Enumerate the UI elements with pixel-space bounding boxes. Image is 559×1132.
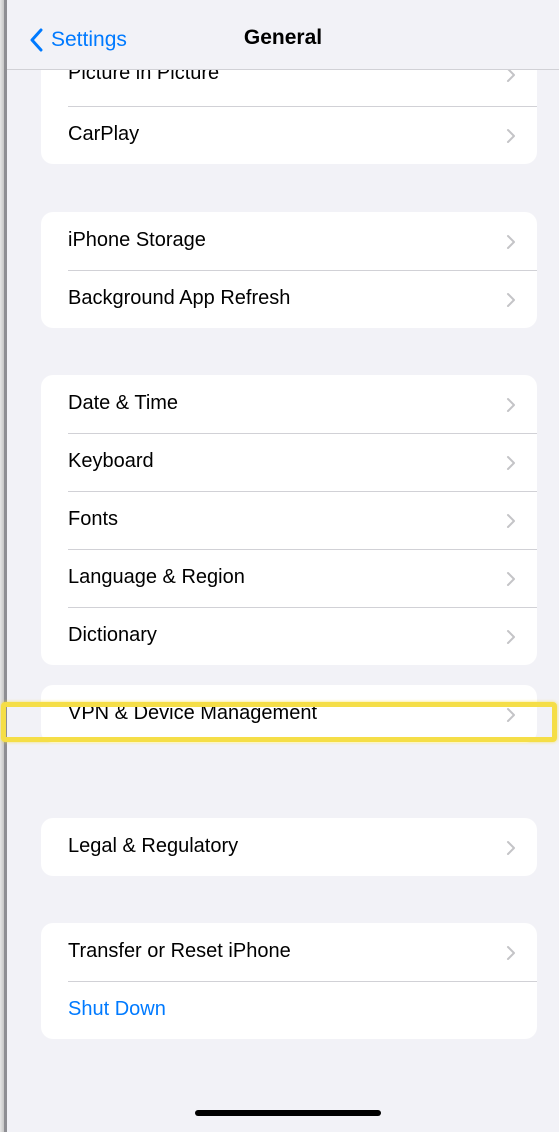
chevron-right-icon bbox=[507, 630, 515, 644]
settings-group-legal: Legal & Regulatory bbox=[41, 818, 537, 876]
chevron-right-icon bbox=[507, 841, 515, 855]
row-label: CarPlay bbox=[68, 123, 140, 145]
settings-group-reset: Transfer or Reset iPhone Shut Down bbox=[41, 923, 537, 1039]
row-label: Dictionary bbox=[68, 624, 157, 646]
row-fonts[interactable]: Fonts bbox=[41, 491, 537, 549]
chevron-right-icon bbox=[507, 946, 515, 960]
row-legal-regulatory[interactable]: Legal & Regulatory bbox=[41, 818, 537, 876]
row-dictionary[interactable]: Dictionary bbox=[41, 607, 537, 665]
row-label: Transfer or Reset iPhone bbox=[68, 940, 291, 962]
shut-down-button[interactable]: Shut Down bbox=[41, 981, 537, 1039]
row-vpn-device-management[interactable]: VPN & Device Management bbox=[41, 685, 537, 743]
row-label: Keyboard bbox=[68, 450, 154, 472]
row-carplay[interactable]: CarPlay bbox=[41, 106, 537, 164]
row-date-time[interactable]: Date & Time bbox=[41, 375, 537, 433]
chevron-right-icon bbox=[507, 293, 515, 307]
navigation-bar: Settings General bbox=[7, 0, 559, 70]
settings-group-storage: iPhone Storage Background App Refresh bbox=[41, 212, 537, 328]
screenshot-frame: Settings General Picture in Picture CarP… bbox=[0, 0, 559, 1132]
settings-group-locale: Date & Time Keyboard Fonts Language & Re… bbox=[41, 375, 537, 665]
row-language-region[interactable]: Language & Region bbox=[41, 549, 537, 607]
chevron-right-icon bbox=[507, 572, 515, 586]
settings-group-vpn: VPN & Device Management bbox=[41, 685, 537, 743]
chevron-right-icon bbox=[507, 129, 515, 143]
shut-down-label: Shut Down bbox=[68, 998, 166, 1020]
row-label: Date & Time bbox=[68, 392, 179, 414]
row-label: Legal & Regulatory bbox=[68, 835, 239, 857]
home-indicator bbox=[195, 1110, 381, 1116]
chevron-right-icon bbox=[507, 708, 515, 722]
row-label: VPN & Device Management bbox=[68, 702, 318, 724]
chevron-right-icon bbox=[507, 456, 515, 470]
page-title: General bbox=[243, 26, 323, 49]
chevron-right-icon bbox=[507, 235, 515, 249]
general-settings-screen: Settings General Picture in Picture CarP… bbox=[7, 0, 559, 1132]
row-keyboard[interactable]: Keyboard bbox=[41, 433, 537, 491]
row-label: Background App Refresh bbox=[68, 287, 291, 309]
row-iphone-storage[interactable]: iPhone Storage bbox=[41, 212, 537, 270]
row-label: iPhone Storage bbox=[68, 229, 206, 251]
row-transfer-reset[interactable]: Transfer or Reset iPhone bbox=[41, 923, 537, 981]
chevron-right-icon bbox=[507, 398, 515, 412]
row-label: Fonts bbox=[68, 508, 119, 530]
row-background-app-refresh[interactable]: Background App Refresh bbox=[41, 270, 537, 328]
row-label: Language & Region bbox=[68, 566, 245, 588]
chevron-right-icon bbox=[507, 514, 515, 528]
